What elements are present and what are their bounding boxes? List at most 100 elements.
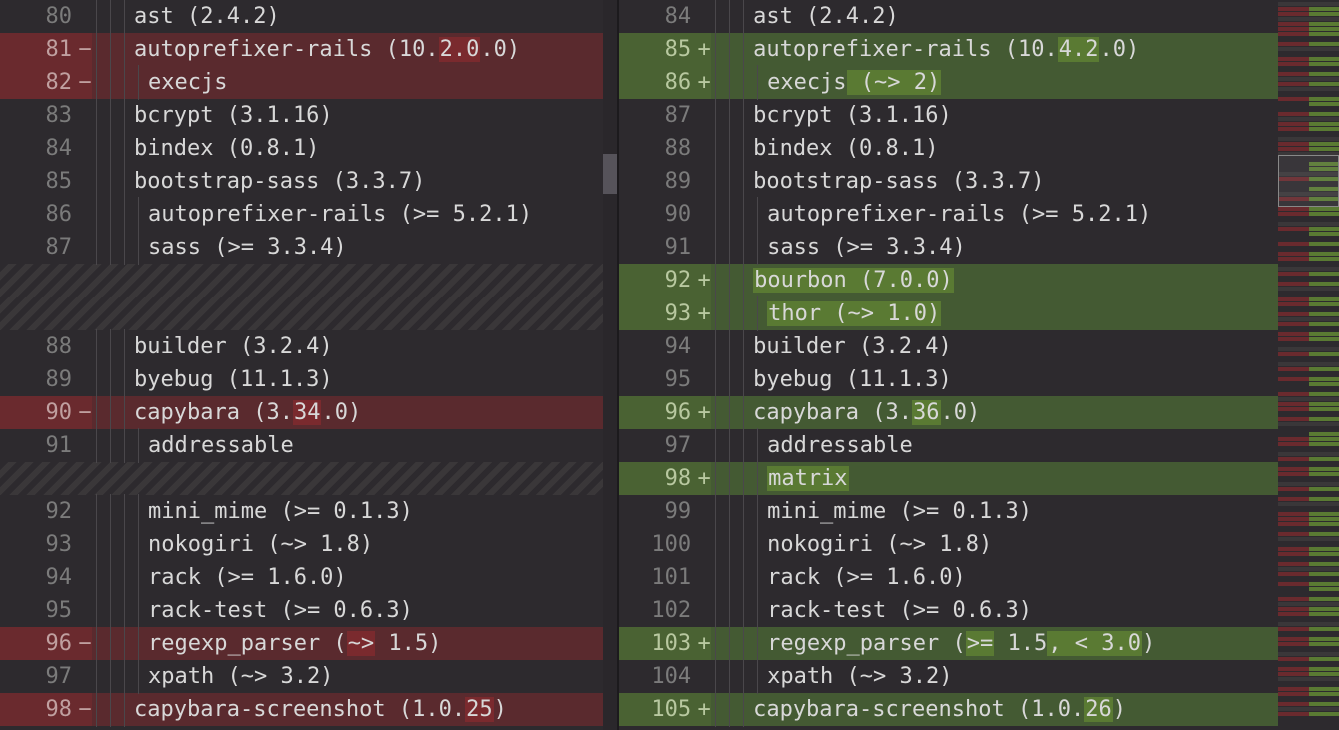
diff-line[interactable]: 101rack (>= 1.6.0) [619,561,1278,594]
marker-empty [697,132,711,165]
diff-line[interactable]: 100nokogiri (~> 1.8) [619,528,1278,561]
minimap-row [1278,602,1339,606]
diff-line[interactable]: 88builder (3.2.4) [0,330,617,363]
minimap-row [1278,347,1339,351]
code-text: execjs (~> 2) [767,66,1278,99]
diff-line[interactable]: 104xpath (~> 3.2) [619,660,1278,693]
minimap-row [1278,77,1339,81]
diff-line[interactable] [0,297,617,330]
minimap-row [1278,342,1339,346]
diff-line[interactable]: 85bootstrap-sass (3.3.7) [0,165,617,198]
minus-icon: − [78,33,92,66]
diff-pane-left[interactable]: 80ast (2.4.2)81−autoprefixer-rails (10.2… [0,0,619,730]
diff-line[interactable]: 95rack-test (>= 0.6.3) [0,594,617,627]
minimap[interactable] [1278,0,1339,730]
indent-guide [106,528,120,561]
diff-line[interactable]: 92+bourbon (7.0.0) [619,264,1278,297]
diff-line[interactable]: 89bootstrap-sass (3.3.7) [619,165,1278,198]
indent-guide [106,429,120,462]
indent-guide [134,495,148,528]
diff-line[interactable]: 82−execjs [0,66,617,99]
diff-line[interactable]: 95byebug (11.1.3) [619,363,1278,396]
marker-empty [697,429,711,462]
code-text: autoprefixer-rails (>= 5.2.1) [767,198,1278,231]
diff-line[interactable]: 83bcrypt (3.1.16) [0,99,617,132]
diff-line[interactable] [0,462,617,495]
minimap-row [1278,252,1339,256]
minimap-row [1278,242,1339,246]
indent-guide [739,264,753,297]
diff-line[interactable]: 80ast (2.4.2) [0,0,617,33]
code-text: sass (>= 3.3.4) [767,231,1278,264]
minimap-row [1278,142,1339,146]
indent-guide [753,198,767,231]
diff-line[interactable]: 96−regexp_parser (~> 1.5) [0,627,617,660]
diff-line[interactable]: 91addressable [0,429,617,462]
minimap-row [1278,117,1339,121]
marker-empty [78,594,92,627]
indent-guide [711,594,725,627]
diff-line[interactable]: 84bindex (0.8.1) [0,132,617,165]
indent-guide [120,33,134,66]
indent-guide [92,396,106,429]
line-number: 97 [619,429,697,462]
diff-line[interactable]: 89byebug (11.1.3) [0,363,617,396]
diff-line[interactable]: 81−autoprefixer-rails (10.2.0.0) [0,33,617,66]
diff-line[interactable]: 97addressable [619,429,1278,462]
diff-line[interactable]: 87bcrypt (3.1.16) [619,99,1278,132]
diff-line[interactable]: 84ast (2.4.2) [619,0,1278,33]
diff-line[interactable]: 102rack-test (>= 0.6.3) [619,594,1278,627]
scrollbar-left[interactable] [603,0,617,730]
minimap-row [1278,92,1339,96]
code-text: execjs [148,66,617,99]
diff-line[interactable]: 92mini_mime (>= 0.1.3) [0,495,617,528]
diff-line[interactable]: 103+regexp_parser (>= 1.5, < 3.0) [619,627,1278,660]
scroll-thumb-left[interactable] [603,154,617,194]
diff-pane-right[interactable]: 84ast (2.4.2)85+autoprefixer-rails (10.4… [619,0,1278,730]
indent-guide [739,693,753,726]
diff-line[interactable]: 90−capybara (3.34.0) [0,396,617,429]
minimap-row [1278,672,1339,676]
indent-guide [725,495,739,528]
indent-guide [92,627,106,660]
indent-guide [725,198,739,231]
diff-line[interactable]: 93nokogiri (~> 1.8) [0,528,617,561]
minimap-viewport[interactable] [1278,155,1339,207]
diff-line[interactable]: 88bindex (0.8.1) [619,132,1278,165]
diff-line[interactable]: 93+thor (~> 1.0) [619,297,1278,330]
minimap-row [1278,207,1339,211]
diff-line[interactable]: 87sass (>= 3.3.4) [0,231,617,264]
diff-line[interactable]: 85+autoprefixer-rails (10.4.2.0) [619,33,1278,66]
diff-line[interactable]: 99mini_mime (>= 0.1.3) [619,495,1278,528]
diff-line[interactable]: 105+capybara-screenshot (1.0.26) [619,693,1278,726]
diff-line[interactable]: 94rack (>= 1.6.0) [0,561,617,594]
minimap-row [1278,622,1339,626]
plus-icon: + [697,627,711,660]
diff-line[interactable]: 86autoprefixer-rails (>= 5.2.1) [0,198,617,231]
minus-icon: − [78,66,92,99]
diff-line[interactable]: 98+matrix [619,462,1278,495]
indent-guide [120,495,134,528]
plus-icon: + [697,33,711,66]
minimap-row [1278,487,1339,491]
diff-line[interactable]: 97xpath (~> 3.2) [0,660,617,693]
minimap-row [1278,542,1339,546]
minimap-row [1278,462,1339,466]
minimap-row [1278,547,1339,551]
line-number: 86 [619,66,697,99]
marker-empty [697,330,711,363]
line-number: 91 [619,231,697,264]
line-number: 94 [619,330,697,363]
diff-line[interactable]: 91 sass (>= 3.3.4) [619,231,1278,264]
diff-line[interactable]: 96+capybara (3.36.0) [619,396,1278,429]
indent-guide [120,363,134,396]
diff-line[interactable]: 94builder (3.2.4) [619,330,1278,363]
indent-guide [711,627,725,660]
diff-line[interactable]: 90autoprefixer-rails (>= 5.2.1) [619,198,1278,231]
diff-line[interactable]: 86+execjs (~> 2) [619,66,1278,99]
diff-line[interactable]: 98−capybara-screenshot (1.0.25) [0,693,617,726]
indent-guide [739,495,753,528]
diff-line[interactable] [0,264,617,297]
indent-guide [739,561,753,594]
line-number: 95 [0,594,78,627]
